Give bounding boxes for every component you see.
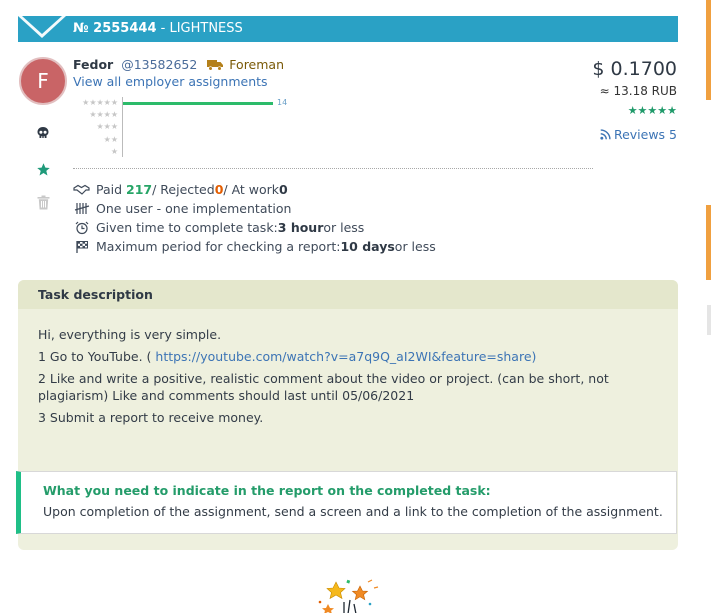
description-line: 2 Like and write a positive, realistic c… [38,371,609,403]
stat-check-period: Maximum period for checking a report: 10… [73,237,436,256]
rating-row-stars: ★★★★ [89,110,118,120]
time-label: Given time to complete task: [96,220,278,235]
employer-id: @13582652 [121,57,198,72]
stat-one-user: One user - one implementation [73,199,436,218]
task-title: № 2555444 - LIGHTNESS [73,21,243,36]
task-category: LIGHTNESS [169,21,243,36]
stat-paid-rejected: Paid 217 / Rejected 0 / At work 0 [73,180,436,199]
view-all-assignments-link[interactable]: View all employer assignments [73,74,268,89]
time-suffix: or less [323,220,365,235]
task-header-bar: № 2555444 - LIGHTNESS [18,16,678,42]
handshake-icon [73,183,90,197]
employer-rating-stars: ★★★★★ [627,104,677,117]
employer-role: Foreman [229,57,285,72]
employer-info: Fedor @13582652 Foreman [73,57,284,72]
check-suffix: or less [394,239,436,254]
description-line: 1 Go to YouTube. ( https://youtube.com/w… [38,348,658,365]
rating-bar [123,102,273,105]
youtube-link[interactable]: https://youtube.com/watch?v=a7q9Q_aI2WI&… [155,349,531,364]
rating-count: 14 [277,98,288,107]
edge-accent-middle [706,205,711,280]
rating-row-stars: ★ [110,146,118,156]
price-rub: ≈ 13.18 RUB [599,84,677,98]
time-value: 3 hour [277,220,324,235]
check-value: 10 days [340,239,395,254]
edge-accent-top [706,0,711,100]
link-suffix: ) [531,349,537,364]
celebration-stars-icon [318,579,379,613]
skull-icon[interactable] [34,124,52,142]
description-title: Task description [18,280,678,309]
reviews-link[interactable]: Reviews 5 [600,127,677,142]
rating-row-stars: ★★ [103,134,118,144]
truck-icon [207,60,224,71]
one-user-text: One user - one implementation [96,201,292,216]
price-usd: $ 0.1700 [592,58,677,80]
rating-row-stars: ★★★★★ [82,98,118,107]
report-text: Upon completion of the assignment, send … [43,504,663,519]
rejected-label: / Rejected [152,182,215,197]
tally-icon [73,202,90,216]
trash-icon[interactable] [34,193,52,211]
checkered-flag-icon [73,240,90,254]
atwork-label: / At work [223,182,280,197]
task-stats: Paid 217 / Rejected 0 / At work 0 One us… [73,180,436,256]
task-number: № 2555444 [73,21,157,36]
report-title: What you need to indicate in the report … [43,483,491,498]
title-separator: - [156,21,170,36]
description-body: Hi, everything is very simple. 1 Go to Y… [18,309,678,426]
rating-axis [122,97,123,157]
edge-tick [707,305,711,335]
report-requirements-box: What you need to indicate in the report … [16,471,677,534]
rss-icon [600,129,611,140]
employer-avatar[interactable]: F [19,57,67,105]
dotted-divider [73,168,593,169]
paid-count: 217 [126,182,153,197]
check-label: Maximum period for checking a report: [96,239,341,254]
description-line: 3 Submit a report to receive money. [38,410,264,425]
alarm-clock-icon [73,221,90,235]
reviews-label: Reviews 5 [613,127,677,142]
description-line: Hi, everything is very simple. [38,327,222,342]
employer-name[interactable]: Fedor [73,57,113,72]
stat-time: Given time to complete task: 3 hour or l… [73,218,436,237]
paid-label: Paid [96,182,123,197]
avatar-letter: F [37,69,49,93]
rating-row-stars: ★★★ [96,122,118,132]
atwork-count: 0 [279,182,288,197]
rejected-count: 0 [214,182,224,197]
favorite-star-icon[interactable] [34,160,52,178]
link-prefix: 1 Go to YouTube. ( [38,349,156,364]
